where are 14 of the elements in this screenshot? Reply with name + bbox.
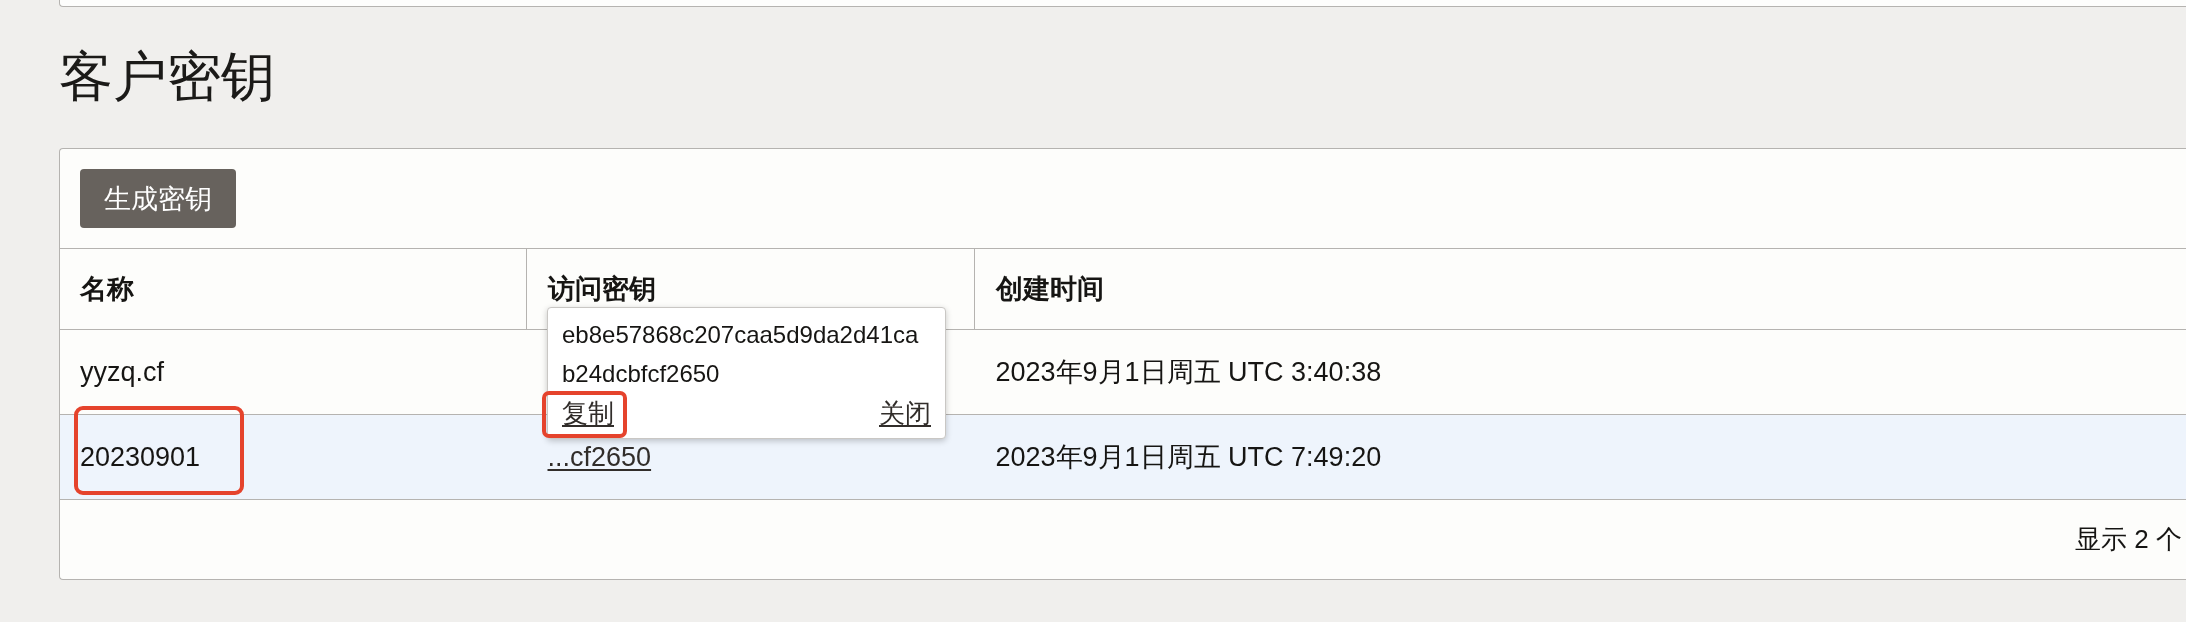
access-key-link[interactable]: ...cf2650 bbox=[547, 441, 652, 473]
copy-link[interactable]: 复制 bbox=[562, 398, 614, 428]
close-link[interactable]: 关闭 bbox=[879, 398, 931, 428]
access-key-text: eb8e57868c207caa5d9da2d41cab24dcbfcf2650 bbox=[562, 320, 920, 389]
name-text: 20230901 bbox=[80, 441, 201, 472]
created-time-text: 2023年9月1日周五 UTC 3:40:38 bbox=[995, 356, 1382, 388]
column-header: 名称 bbox=[80, 273, 134, 305]
column-header: 创建时间 bbox=[995, 273, 1104, 305]
page-title: 客户密钥 bbox=[58, 45, 275, 108]
created-time-text: 2023年9月1日周五 UTC 7:49:20 bbox=[995, 441, 1382, 473]
item-count: 显示 2 个 bbox=[2075, 524, 2182, 555]
name-text: yyzq.cf bbox=[80, 356, 165, 387]
generate-key-button[interactable]: 生成密钥 bbox=[79, 169, 236, 228]
column-header: 访问密钥 bbox=[547, 273, 656, 305]
